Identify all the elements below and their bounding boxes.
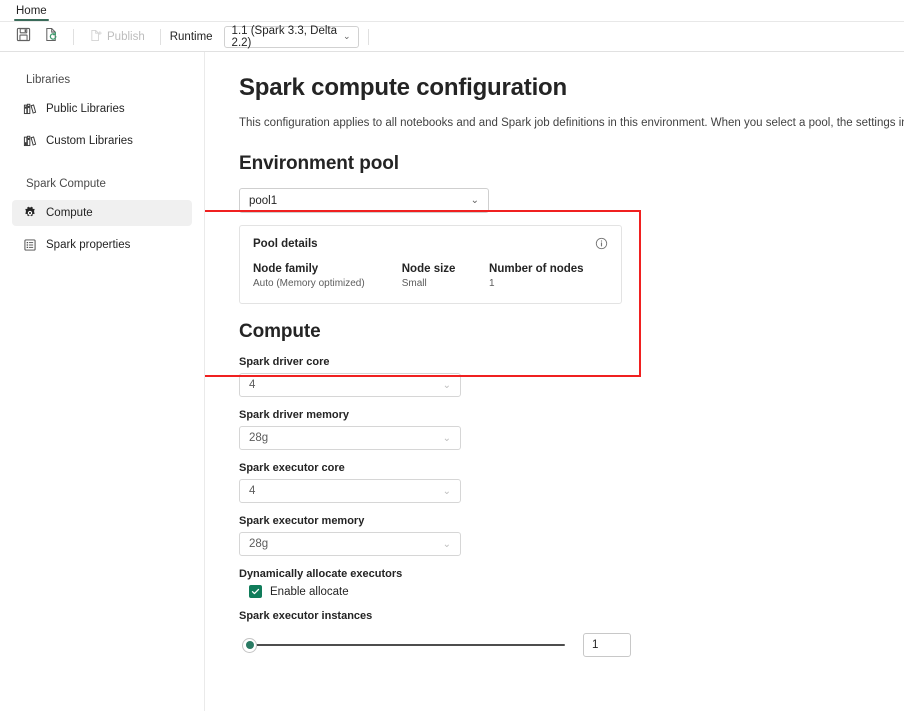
runtime-label: Runtime [170, 31, 213, 43]
sidebar-group-libraries-label: Libraries [0, 74, 204, 86]
pool-detail-node-size-value: Small [402, 278, 489, 289]
spark-driver-memory-value: 28g [249, 432, 268, 444]
spark-executor-instances-label: Spark executor instances [239, 610, 904, 622]
page-title: Spark compute configuration [239, 74, 904, 102]
enable-allocate-checkbox-row[interactable]: Enable allocate [249, 585, 904, 598]
sidebar-item-public-libraries-label: Public Libraries [46, 103, 125, 115]
field-spark-driver-core: Spark driver core 4 ⌄ [239, 356, 904, 397]
pool-detail-node-family: Node family Auto (Memory optimized) [253, 263, 402, 289]
spark-executor-instances-value: 1 [592, 639, 598, 651]
pool-detail-node-size: Node size Small [402, 263, 489, 289]
chevron-down-icon: ⌄ [443, 486, 451, 497]
spark-driver-core-select[interactable]: 4 ⌄ [239, 373, 461, 397]
field-spark-executor-core-label: Spark executor core [239, 462, 904, 474]
field-spark-driver-core-label: Spark driver core [239, 356, 904, 368]
enable-allocate-checkbox[interactable] [249, 585, 262, 598]
ribbon-tabstrip: Home [0, 0, 904, 22]
publish-icon [89, 29, 102, 45]
spark-executor-instances-slider-row: 1 [243, 633, 904, 657]
field-spark-driver-memory: Spark driver memory 28g ⌄ [239, 409, 904, 450]
dynamic-allocation-label: Dynamically allocate executors [239, 568, 904, 580]
gear-icon [22, 206, 37, 221]
pool-detail-node-family-value: Auto (Memory optimized) [253, 278, 402, 289]
toolbar-divider-1 [73, 29, 74, 45]
sidebar-item-compute-label: Compute [46, 207, 93, 219]
sidebar-item-compute[interactable]: Compute [12, 200, 192, 226]
spark-driver-core-value: 4 [249, 379, 255, 391]
pool-details-title: Pool details [253, 238, 318, 250]
pool-detail-node-size-header: Node size [402, 263, 489, 275]
refresh-document-icon [44, 27, 59, 47]
pool-details-columns: Node family Auto (Memory optimized) Node… [253, 263, 608, 289]
tab-home-label: Home [16, 5, 47, 17]
chevron-down-icon: ⌄ [343, 31, 351, 42]
field-dynamic-allocation: Dynamically allocate executors Enable al… [239, 568, 904, 598]
publish-label: Publish [107, 31, 145, 43]
sidebar-item-public-libraries[interactable]: Public Libraries [12, 96, 192, 122]
environment-pool-title: Environment pool [239, 153, 904, 175]
chevron-down-icon: ⌄ [443, 380, 451, 391]
sidebar-item-custom-libraries[interactable]: Custom Libraries [12, 128, 192, 154]
publish-button[interactable]: Publish [83, 26, 151, 48]
spark-driver-memory-select[interactable]: 28g ⌄ [239, 426, 461, 450]
sidebar-item-custom-libraries-label: Custom Libraries [46, 135, 133, 147]
sidebar-group-spark-compute-label: Spark Compute [0, 178, 204, 190]
slider-thumb[interactable] [243, 639, 256, 652]
field-spark-executor-instances: Spark executor instances 1 [239, 610, 904, 657]
save-icon [16, 27, 31, 47]
chevron-down-icon: ⌄ [471, 195, 479, 206]
pool-details-card: Pool details Node family Auto (Memory op… [239, 225, 622, 304]
chevron-down-icon: ⌄ [443, 433, 451, 444]
books-icon [22, 102, 37, 117]
field-spark-executor-memory-label: Spark executor memory [239, 515, 904, 527]
spark-executor-instances-slider[interactable] [243, 637, 565, 653]
books-icon [22, 134, 37, 149]
toolbar-divider-2 [160, 29, 161, 45]
list-icon [22, 238, 37, 253]
spark-executor-memory-value: 28g [249, 538, 268, 550]
spark-executor-memory-select[interactable]: 28g ⌄ [239, 532, 461, 556]
tab-home[interactable]: Home [8, 5, 55, 21]
runtime-version-value: 1.1 (Spark 3.3, Delta 2.2) [232, 25, 339, 49]
spark-executor-core-select[interactable]: 4 ⌄ [239, 479, 461, 503]
save-button[interactable] [10, 25, 36, 49]
pool-detail-number-of-nodes-header: Number of nodes [489, 263, 608, 275]
info-icon[interactable] [595, 237, 608, 250]
sidebar: Libraries Public Libraries [0, 52, 205, 711]
main-content: Spark compute configuration This configu… [205, 52, 904, 711]
spark-executor-instances-input[interactable]: 1 [583, 633, 631, 657]
environment-pool-value: pool1 [249, 195, 277, 207]
slider-track [249, 644, 565, 646]
environment-pool-select[interactable]: pool1 ⌄ [239, 188, 489, 213]
chevron-down-icon: ⌄ [443, 539, 451, 550]
sidebar-item-spark-properties-label: Spark properties [46, 239, 130, 251]
compute-section-title: Compute [239, 321, 904, 343]
pool-detail-number-of-nodes: Number of nodes 1 [489, 263, 608, 289]
command-bar: Publish Runtime 1.1 (Spark 3.3, Delta 2.… [0, 22, 904, 52]
app-body: Libraries Public Libraries [0, 52, 904, 711]
page-description: This configuration applies to all notebo… [239, 116, 904, 131]
enable-allocate-label: Enable allocate [270, 586, 349, 598]
field-spark-executor-memory: Spark executor memory 28g ⌄ [239, 515, 904, 556]
toolbar-divider-3 [368, 29, 369, 45]
spark-executor-core-value: 4 [249, 485, 255, 497]
refresh-document-button[interactable] [38, 25, 64, 49]
pool-detail-number-of-nodes-value: 1 [489, 278, 608, 289]
field-spark-executor-core: Spark executor core 4 ⌄ [239, 462, 904, 503]
runtime-version-select[interactable]: 1.1 (Spark 3.3, Delta 2.2) ⌄ [224, 26, 359, 48]
field-spark-driver-memory-label: Spark driver memory [239, 409, 904, 421]
pool-detail-node-family-header: Node family [253, 263, 402, 275]
pool-details-header: Pool details [253, 237, 608, 250]
sidebar-item-spark-properties[interactable]: Spark properties [12, 232, 192, 258]
